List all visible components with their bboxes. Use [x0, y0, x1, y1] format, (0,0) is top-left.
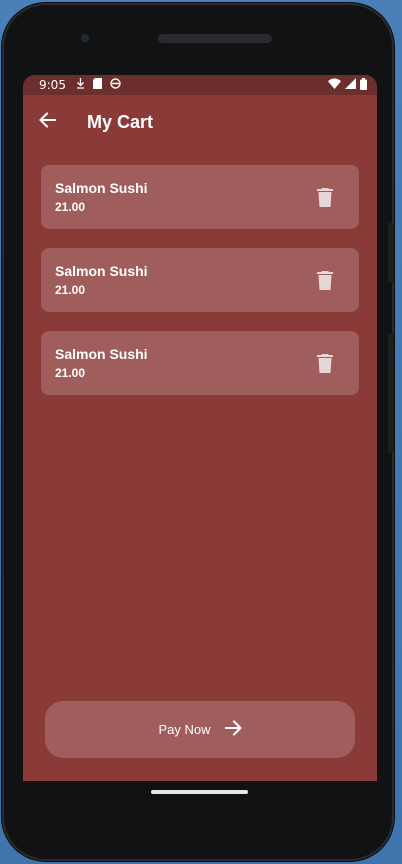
sync-icon — [110, 78, 121, 92]
arrow-left-icon — [38, 112, 56, 132]
cart-list: Salmon Sushi 21.00 Salmon Sushi 21.00 Sa… — [41, 165, 359, 414]
trash-icon — [317, 354, 333, 377]
app-screen: 9:05 My Cart Salmon Sushi 21.00 Salmon S… — [23, 75, 377, 781]
download-icon — [76, 78, 85, 92]
item-name: Salmon Sushi — [55, 180, 148, 196]
item-price: 21.00 — [55, 283, 86, 297]
home-indicator[interactable] — [151, 790, 248, 794]
app-bar: My Cart — [23, 95, 377, 149]
delete-button[interactable] — [317, 270, 333, 290]
pay-now-button[interactable]: Pay Now — [45, 701, 355, 758]
cart-item: Salmon Sushi 21.00 — [41, 248, 359, 312]
trash-icon — [317, 271, 333, 294]
cart-item: Salmon Sushi 21.00 — [41, 165, 359, 229]
page-title: My Cart — [87, 111, 154, 132]
status-time: 9:05 — [39, 78, 66, 92]
earpiece-speaker — [158, 34, 272, 43]
back-button[interactable] — [23, 98, 71, 146]
sd-card-icon — [92, 78, 102, 92]
delete-button[interactable] — [317, 353, 333, 373]
signal-icon — [345, 78, 356, 92]
item-name: Salmon Sushi — [55, 346, 148, 362]
arrow-right-icon — [224, 719, 242, 740]
item-price: 21.00 — [55, 200, 86, 214]
volume-button — [388, 333, 394, 453]
cart-item: Salmon Sushi 21.00 — [41, 331, 359, 395]
pay-now-label: Pay Now — [158, 722, 211, 737]
front-camera — [79, 32, 91, 44]
status-right — [328, 77, 367, 93]
phone-frame: 9:05 My Cart Salmon Sushi 21.00 Salmon S… — [2, 3, 394, 861]
power-button — [388, 223, 394, 283]
trash-icon — [317, 188, 333, 211]
battery-icon — [360, 77, 367, 93]
item-name: Salmon Sushi — [55, 263, 148, 279]
status-bar: 9:05 — [23, 75, 377, 95]
item-price: 21.00 — [55, 366, 86, 380]
wifi-icon — [328, 78, 341, 92]
delete-button[interactable] — [317, 187, 333, 207]
